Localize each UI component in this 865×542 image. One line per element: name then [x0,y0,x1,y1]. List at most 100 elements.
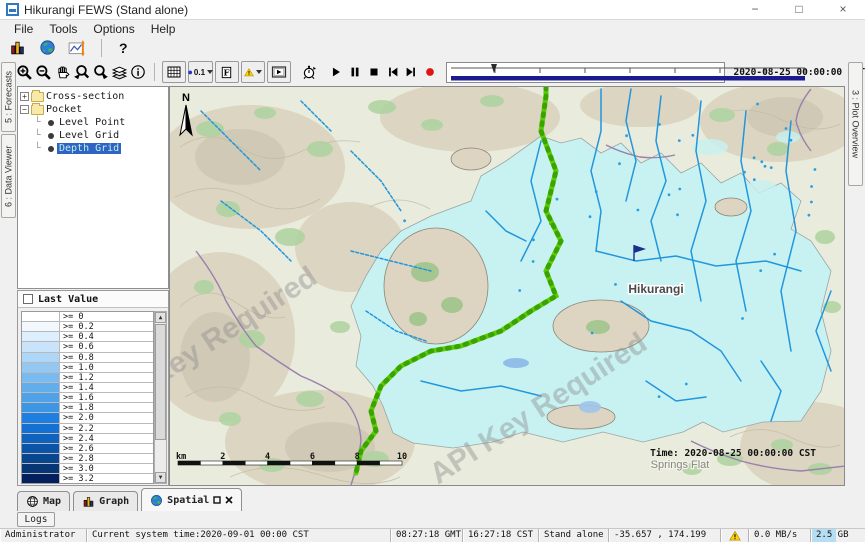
legend-label: >= 1.4 [60,383,94,392]
legend-label: >= 0.4 [60,332,94,341]
map-toolbar: ●0.1 2020-08-25 00:00:00 CST [16,58,865,86]
zoom-previous-icon[interactable] [73,61,90,83]
legend-row[interactable]: >= 1.4 [22,383,153,393]
scroll-up-icon[interactable]: ▲ [155,312,166,323]
side-tab-forecasts[interactable]: 5 : Forecasts [1,62,16,132]
zoom-next-icon[interactable] [92,61,109,83]
legend-row[interactable]: >= 1.8 [22,403,153,413]
maximize-tab-icon[interactable] [213,496,221,504]
status-mode: Stand alone [539,529,609,542]
legend-row[interactable]: >= 1.6 [22,393,153,403]
maximize-button[interactable]: □ [777,0,821,20]
legend-row[interactable]: >= 2.4 [22,434,153,444]
display-tabs: Map Graph Spatial [17,488,242,511]
tree-node-cross-section[interactable]: + Cross-section [18,90,168,103]
menu-options[interactable]: Options [85,21,142,37]
status-transfer-rate: 0.0 MB/s [749,529,811,542]
grid-toggle-button[interactable] [162,61,186,83]
side-tab-plot-overview[interactable]: 3 : Plot Overview [848,62,863,186]
legend-label: >= 2.4 [60,434,94,443]
svg-text:6: 6 [310,452,315,462]
help-icon[interactable]: ? [115,40,132,56]
legend-row[interactable]: >= 3.0 [22,464,153,474]
svg-text:2: 2 [220,452,225,462]
map-view[interactable]: API Key Required API Key Required Hikura… [169,86,845,486]
pan-icon[interactable] [54,61,71,83]
last-value-checkbox[interactable] [23,294,33,304]
time-slider[interactable] [446,62,725,83]
status-local-time: 16:27:18 CST [463,529,539,542]
menu-help[interactable]: Help [143,21,184,37]
status-warning[interactable] [721,529,749,542]
minimize-button[interactable]: − [733,0,777,20]
legend-row[interactable]: >= 0 [22,312,153,322]
svg-text:10: 10 [397,452,407,462]
timeseries-icon[interactable] [66,37,88,59]
play-icon[interactable] [328,61,345,83]
layers-icon[interactable] [111,61,128,83]
scale-bar-button[interactable] [215,61,239,83]
legend-color-swatch [22,363,60,372]
tree-node-depth-grid[interactable]: └ Depth Grid [18,142,168,155]
legend-row[interactable]: >= 0.8 [22,353,153,363]
legend-color-swatch [22,444,60,453]
map-display-icon[interactable] [36,37,58,59]
side-tab-data-viewer[interactable]: 6 : Data Viewer [1,134,16,218]
legend-row[interactable]: >= 0.2 [22,322,153,332]
legend-color-swatch [22,322,60,331]
legend-row[interactable]: >= 0.6 [22,342,153,352]
animation-export-button[interactable] [267,61,291,83]
close-tab-icon[interactable] [225,496,233,504]
bar-chart-icon [82,495,95,508]
pause-icon[interactable] [347,61,364,83]
legend-row[interactable]: >= 2.6 [22,444,153,454]
stop-icon[interactable] [365,61,382,83]
svg-text:N: N [182,92,190,104]
tree-node-level-grid[interactable]: └ Level Grid [18,129,168,142]
graphs-icon[interactable] [6,37,28,59]
record-icon[interactable] [422,61,439,83]
collapse-icon[interactable]: − [20,105,29,114]
close-button[interactable]: × [821,0,865,20]
legend-row[interactable]: >= 2.8 [22,454,153,464]
value-precision-button[interactable]: ●0.1 [188,61,213,83]
svg-text:km: km [176,452,186,462]
legend-color-swatch [22,464,60,473]
legend-row[interactable]: >= 0.4 [22,332,153,342]
info-icon[interactable] [130,61,147,83]
warnings-button[interactable] [241,61,265,83]
scroll-down-icon[interactable]: ▼ [155,472,166,483]
legend-row[interactable]: >= 3.2 [22,474,153,484]
expand-icon[interactable]: + [20,92,29,101]
step-back-icon[interactable] [384,61,401,83]
legend-scrollbar[interactable]: ▲ ▼ [154,311,167,484]
legend-row[interactable]: >= 1.2 [22,373,153,383]
tab-graph[interactable]: Graph [73,491,138,511]
node-bullet-icon [48,146,54,152]
zoom-out-icon[interactable] [35,61,52,83]
legend-label: >= 3.0 [60,464,94,473]
folder-icon [31,92,44,102]
tab-spatial[interactable]: Spatial [141,488,242,511]
legend-row[interactable]: >= 2.0 [22,413,153,423]
tab-map[interactable]: Map [17,491,70,511]
time-span-bar [451,76,805,81]
timer-icon[interactable] [301,61,318,83]
legend-row[interactable]: >= 1.0 [22,363,153,373]
legend-color-swatch [22,413,60,422]
legend-color-swatch [22,342,60,351]
menu-file[interactable]: File [6,21,41,37]
logs-button[interactable]: Logs [17,512,55,527]
title-bar: Hikurangi FEWS (Stand alone) − □ × [0,0,865,20]
legend-color-swatch [22,424,60,433]
legend-label: >= 0 [60,312,83,321]
scrollbar-thumb[interactable] [155,324,166,440]
status-coordinates: -35.657 , 174.199 [609,529,721,542]
legend-row[interactable]: >= 2.2 [22,424,153,434]
tree-node-level-point[interactable]: └ Level Point [18,116,168,129]
legend-panel: Last Value >= 0>= 0.2>= 0.4>= 0.6>= 0.8>… [17,290,169,486]
tree-node-pocket[interactable]: − Pocket [18,103,168,116]
menu-tools[interactable]: Tools [41,21,85,37]
step-forward-icon[interactable] [403,61,420,83]
zoom-in-icon[interactable] [16,61,33,83]
